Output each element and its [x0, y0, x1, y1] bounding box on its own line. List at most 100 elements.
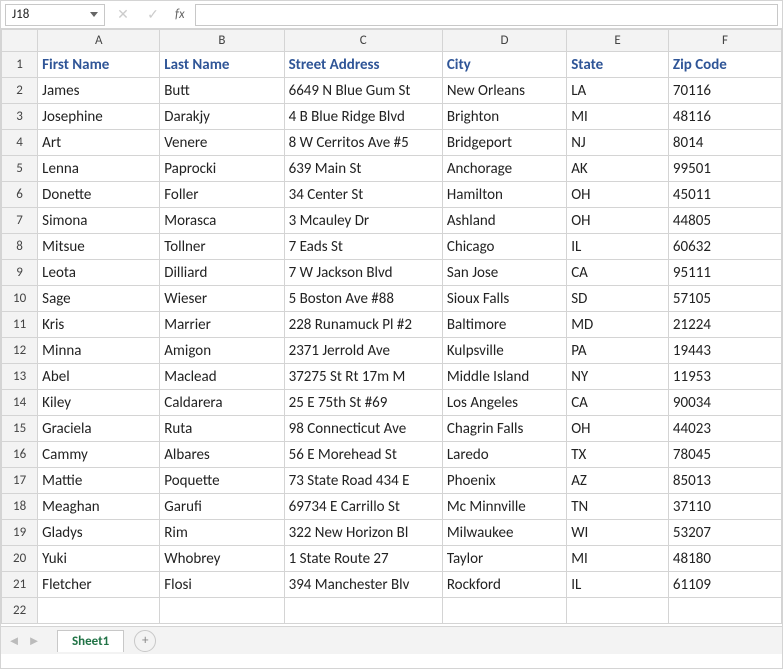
cell[interactable]: AZ [567, 468, 669, 494]
cell[interactable]: Taylor [442, 546, 566, 572]
cell[interactable]: Middle Island [442, 364, 566, 390]
cell[interactable]: Morasca [160, 208, 284, 234]
cell[interactable]: Simona [38, 208, 160, 234]
cell[interactable]: Albares [160, 442, 284, 468]
cell[interactable]: 11953 [668, 364, 781, 390]
cell[interactable]: 37275 St Rt 17m M [284, 364, 442, 390]
cell[interactable]: 48180 [668, 546, 781, 572]
cell[interactable]: New Orleans [442, 78, 566, 104]
cell[interactable]: 56 E Morehead St [284, 442, 442, 468]
cell[interactable]: CA [567, 390, 669, 416]
cell[interactable]: 1 State Route 27 [284, 546, 442, 572]
cell[interactable]: SD [567, 286, 669, 312]
cell[interactable]: Foller [160, 182, 284, 208]
confirm-formula-button[interactable]: ✓ [141, 4, 165, 26]
cell[interactable]: MD [567, 312, 669, 338]
cell[interactable]: 78045 [668, 442, 781, 468]
cell[interactable]: Kulpsville [442, 338, 566, 364]
fx-label[interactable]: fx [171, 7, 189, 22]
cell[interactable]: Maclead [160, 364, 284, 390]
row-header[interactable]: 16 [2, 442, 38, 468]
cell[interactable]: MI [567, 546, 669, 572]
cell[interactable]: Venere [160, 130, 284, 156]
cell[interactable]: Donette [38, 182, 160, 208]
cell[interactable]: 19443 [668, 338, 781, 364]
cell[interactable]: 639 Main St [284, 156, 442, 182]
cell[interactable]: Baltimore [442, 312, 566, 338]
cell[interactable]: Lenna [38, 156, 160, 182]
cell[interactable]: PA [567, 338, 669, 364]
cell[interactable]: TN [567, 494, 669, 520]
row-header[interactable]: 1 [2, 52, 38, 78]
cell[interactable]: Wieser [160, 286, 284, 312]
cell[interactable]: 70116 [668, 78, 781, 104]
cell[interactable]: Gladys [38, 520, 160, 546]
row-header[interactable]: 4 [2, 130, 38, 156]
select-all-corner[interactable] [2, 30, 38, 52]
cell[interactable]: Flosi [160, 572, 284, 598]
col-header-C[interactable]: C [284, 30, 442, 52]
row-header[interactable]: 22 [2, 598, 38, 624]
cell[interactable]: 95111 [668, 260, 781, 286]
cell[interactable]: 25 E 75th St #69 [284, 390, 442, 416]
cell[interactable]: 98 Connecticut Ave [284, 416, 442, 442]
cell[interactable]: OH [567, 208, 669, 234]
header-cell[interactable]: Last Name [160, 52, 284, 78]
cell[interactable]: LA [567, 78, 669, 104]
formula-input[interactable] [195, 4, 778, 26]
name-box[interactable]: J18 [5, 4, 105, 26]
cell[interactable]: Tollner [160, 234, 284, 260]
cell[interactable]: Chicago [442, 234, 566, 260]
cell[interactable]: Poquette [160, 468, 284, 494]
cell[interactable]: San Jose [442, 260, 566, 286]
row-header[interactable]: 10 [2, 286, 38, 312]
cell[interactable]: 60632 [668, 234, 781, 260]
cell[interactable]: 99501 [668, 156, 781, 182]
row-header[interactable]: 9 [2, 260, 38, 286]
cell[interactable]: Meaghan [38, 494, 160, 520]
cell[interactable]: IL [567, 572, 669, 598]
row-header[interactable]: 11 [2, 312, 38, 338]
cell[interactable]: 57105 [668, 286, 781, 312]
header-cell[interactable]: Zip Code [668, 52, 781, 78]
cell[interactable]: 48116 [668, 104, 781, 130]
cell[interactable]: Los Angeles [442, 390, 566, 416]
cell[interactable]: Yuki [38, 546, 160, 572]
dropdown-icon[interactable] [90, 12, 98, 17]
row-header[interactable]: 13 [2, 364, 38, 390]
cell[interactable]: OH [567, 182, 669, 208]
cell[interactable]: AK [567, 156, 669, 182]
cell[interactable]: Darakjy [160, 104, 284, 130]
cell[interactable]: Paprocki [160, 156, 284, 182]
row-header[interactable]: 15 [2, 416, 38, 442]
cell[interactable]: 90034 [668, 390, 781, 416]
cell[interactable]: Marrier [160, 312, 284, 338]
cell[interactable]: Graciela [38, 416, 160, 442]
cell[interactable]: 5 Boston Ave #88 [284, 286, 442, 312]
cancel-formula-button[interactable]: ✕ [111, 4, 135, 26]
row-header[interactable]: 18 [2, 494, 38, 520]
cell[interactable]: Hamilton [442, 182, 566, 208]
row-header[interactable]: 5 [2, 156, 38, 182]
row-header[interactable]: 21 [2, 572, 38, 598]
cell[interactable]: Bridgeport [442, 130, 566, 156]
cell[interactable]: OH [567, 416, 669, 442]
col-header-B[interactable]: B [160, 30, 284, 52]
cell[interactable]: Leota [38, 260, 160, 286]
cell[interactable]: 3 Mcauley Dr [284, 208, 442, 234]
cell[interactable]: 6649 N Blue Gum St [284, 78, 442, 104]
spreadsheet-grid-wrap[interactable]: A B C D E F 1First NameLast NameStreet A… [1, 29, 782, 626]
cell[interactable] [284, 598, 442, 624]
cell[interactable]: 8014 [668, 130, 781, 156]
cell[interactable]: TX [567, 442, 669, 468]
cell[interactable]: Amigon [160, 338, 284, 364]
cell[interactable]: CA [567, 260, 669, 286]
cell[interactable]: 322 New Horizon Bl [284, 520, 442, 546]
header-cell[interactable]: City [442, 52, 566, 78]
cell[interactable]: 61109 [668, 572, 781, 598]
row-header[interactable]: 3 [2, 104, 38, 130]
sheet-nav-next[interactable]: ► [25, 630, 43, 652]
col-header-A[interactable]: A [38, 30, 160, 52]
cell[interactable]: Garufi [160, 494, 284, 520]
header-cell[interactable]: State [567, 52, 669, 78]
